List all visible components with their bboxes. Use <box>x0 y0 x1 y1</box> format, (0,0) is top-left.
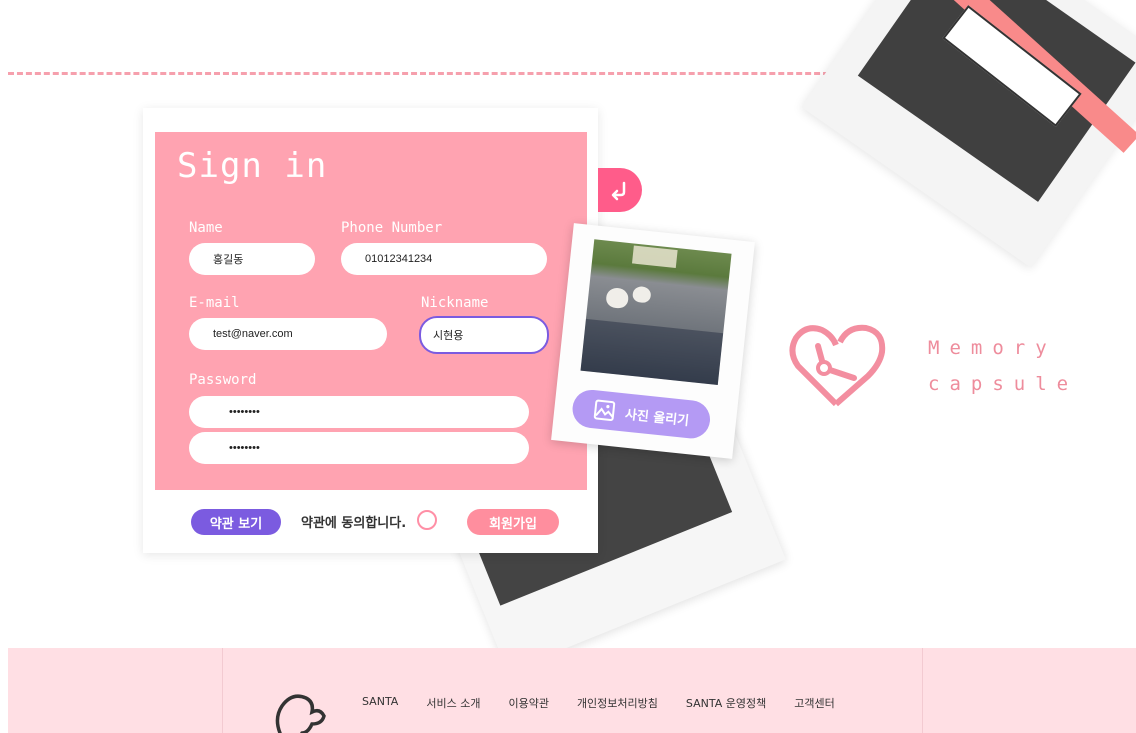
join-button[interactable]: 회원가입 <box>467 509 559 535</box>
footer-divider <box>222 648 223 733</box>
footer-link-terms[interactable]: 이용약관 <box>508 695 548 711</box>
uploaded-photo <box>580 239 732 386</box>
agree-checkbox[interactable] <box>417 510 437 530</box>
phone-label: Phone Number <box>341 220 443 236</box>
name-label: Name <box>189 220 223 236</box>
password-label: Password <box>189 372 257 388</box>
footer-link-privacy[interactable]: 개인정보처리방침 <box>577 695 658 711</box>
signup-form-panel: Sign in Name 홍길동 Phone Number 0101234123… <box>155 132 587 490</box>
return-arrow-icon <box>611 181 626 201</box>
dashed-divider <box>8 72 838 75</box>
brand-name: Memory capsule <box>928 337 1079 395</box>
signup-card: Sign in Name 홍길동 Phone Number 0101234123… <box>143 108 598 553</box>
phone-input[interactable]: 01012341234 <box>341 243 547 275</box>
back-button[interactable] <box>598 168 642 212</box>
email-label: E-mail <box>189 295 240 311</box>
form-title: Sign in <box>177 146 328 186</box>
footer <box>8 648 1136 733</box>
password-confirm-input[interactable]: •••••••• <box>189 432 529 464</box>
footer-divider <box>922 648 923 733</box>
image-icon <box>593 399 616 421</box>
footer-link-policy[interactable]: SANTA 운영정책 <box>686 695 766 711</box>
santa-logo-icon <box>275 694 326 733</box>
photo-polaroid: 사진 올리기 <box>551 223 755 459</box>
nickname-input[interactable]: 시현용 <box>419 316 549 354</box>
agree-label: 약관에 동의합니다. <box>301 516 407 531</box>
nickname-label: Nickname <box>421 295 489 311</box>
footer-link-support[interactable]: 고객센터 <box>794 695 834 711</box>
memory-capsule-logo-icon <box>789 324 886 407</box>
footer-link-santa[interactable]: SANTA <box>362 695 398 711</box>
email-input[interactable]: test@naver.com <box>189 318 387 350</box>
footer-nav: SANTA 서비스 소개 이용약관 개인정보처리방침 SANTA 운영정책 고객… <box>362 695 835 711</box>
view-terms-button[interactable]: 약관 보기 <box>191 509 281 535</box>
upload-photo-button[interactable]: 사진 올리기 <box>570 388 712 441</box>
password-input[interactable]: •••••••• <box>189 396 529 428</box>
footer-link-service[interactable]: 서비스 소개 <box>426 695 480 711</box>
name-input[interactable]: 홍길동 <box>189 243 315 275</box>
